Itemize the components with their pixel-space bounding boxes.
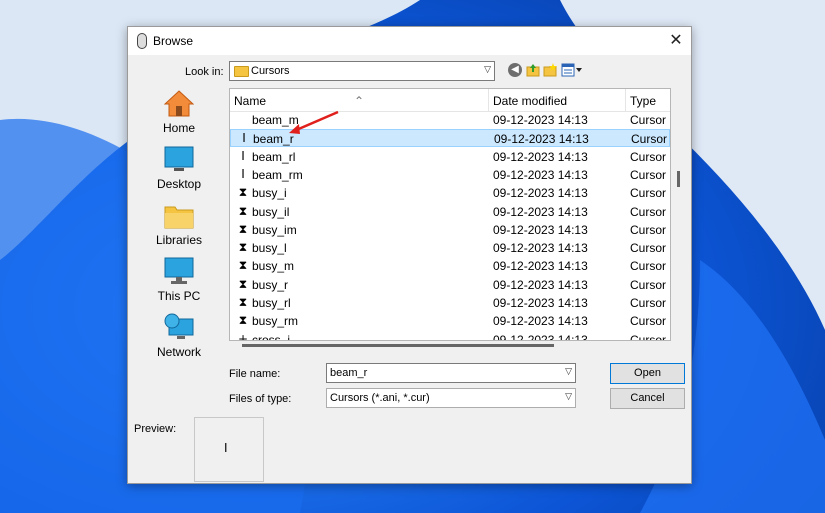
arrow-head-icon: [289, 124, 300, 134]
arrow-shaft: [293, 110, 339, 133]
annotation-arrow: [289, 110, 339, 134]
